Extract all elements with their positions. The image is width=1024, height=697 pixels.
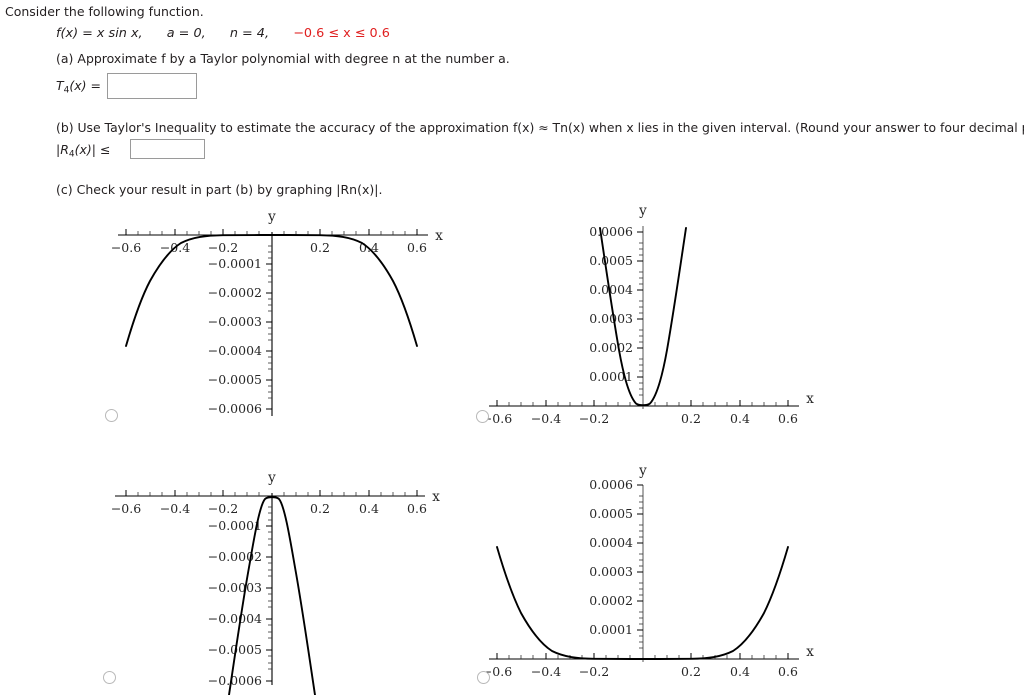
svg-text:−0.0005: −0.0005	[208, 372, 262, 387]
graph-2-y-axis-name: y	[638, 203, 647, 219]
graph-choice-4-radio[interactable]	[477, 671, 490, 684]
svg-text:−0.2: −0.2	[208, 501, 238, 516]
svg-text:−0.4: −0.4	[160, 501, 190, 516]
graph-2-yticks	[637, 231, 643, 396]
graph-3-svg: −0.6 −0.4 −0.2 0.2 0.4 0.6 −0.0001 −0.00…	[111, 470, 440, 695]
graph-choice-2-radio[interactable]	[476, 410, 489, 423]
svg-text:0.0002: 0.0002	[589, 593, 633, 608]
graph-4-svg: −0.6 −0.4 −0.2 0.2 0.4 0.6 0.0001 0.0002…	[482, 463, 814, 679]
t4-input[interactable]	[107, 73, 197, 99]
function-definition: f(x) = x sin x, a = 0, n = 4, −0.6 ≤ x ≤…	[56, 26, 390, 42]
intro-text: Consider the following function.	[5, 4, 204, 19]
svg-text:0.0003: 0.0003	[589, 311, 633, 326]
svg-text:−0.6: −0.6	[111, 501, 141, 516]
svg-text:0.4: 0.4	[359, 501, 379, 516]
svg-text:0.2: 0.2	[310, 240, 330, 255]
r4-label: |R4(x)| ≤	[56, 142, 111, 160]
graph-1-yticklabels: −0.0001 −0.0002 −0.0003 −0.0004 −0.0005 …	[208, 256, 262, 416]
svg-text:−0.0003: −0.0003	[208, 314, 262, 329]
t4-label: T4(x) =	[56, 78, 101, 96]
r4-input[interactable]	[130, 139, 205, 159]
graph-choice-1[interactable]: −0.6 −0.4 −0.2 0.2 0.4 0.6 −0.0001 −0.00…	[96, 198, 446, 428]
graph-1-y-axis-name: y	[267, 209, 276, 225]
svg-text:−0.0004: −0.0004	[208, 611, 262, 626]
svg-text:−0.0006: −0.0006	[208, 673, 262, 688]
graph-choice-3[interactable]: −0.6 −0.4 −0.2 0.2 0.4 0.6 −0.0001 −0.00…	[93, 463, 443, 695]
part-b-text: (b) Use Taylor's Inequality to estimate …	[56, 120, 1024, 135]
graph-4-xticklabels: −0.6 −0.4 −0.2 0.2 0.4 0.6	[482, 664, 798, 679]
graph-4-y-axis-name: y	[638, 463, 647, 479]
graph-2-xticklabels: −0.6 −0.4 −0.2 0.2 0.4 0.6	[482, 411, 798, 426]
svg-text:0.0005: 0.0005	[589, 253, 633, 268]
svg-text:0.2: 0.2	[681, 411, 701, 426]
graph-choice-2[interactable]: −0.6 −0.4 −0.2 0.2 0.4 0.6 0.0001 0.0002…	[467, 198, 817, 428]
svg-text:0.6: 0.6	[778, 411, 798, 426]
svg-text:−0.0004: −0.0004	[208, 343, 262, 358]
graph-1-svg: −0.6 −0.4 −0.2 0.2 0.4 0.6 −0.0001 −0.00…	[111, 209, 443, 416]
graph-1-xticklabels: −0.6 −0.4 −0.2 0.2 0.4 0.6	[111, 240, 427, 255]
svg-text:0.0005: 0.0005	[589, 506, 633, 521]
svg-text:0.6: 0.6	[407, 501, 427, 516]
function-center-a: a = 0,	[166, 26, 206, 41]
part-a-text: (a) Approximate f by a Taylor polynomial…	[56, 51, 510, 66]
graph-3-y-axis-name: y	[267, 470, 276, 486]
svg-text:0.6: 0.6	[778, 664, 798, 679]
svg-text:−0.4: −0.4	[531, 664, 561, 679]
graph-3-xticklabels: −0.6 −0.4 −0.2 0.2 0.4 0.6	[111, 501, 427, 516]
svg-text:−0.0002: −0.0002	[208, 549, 262, 564]
graph-2-x-axis-name: x	[806, 391, 814, 407]
graph-choice-3-radio[interactable]	[103, 671, 116, 684]
svg-text:0.4: 0.4	[730, 664, 750, 679]
graph-1-x-axis-name: x	[435, 228, 443, 244]
svg-text:0.0003: 0.0003	[589, 564, 633, 579]
svg-text:0.0001: 0.0001	[589, 622, 633, 637]
svg-text:−0.4: −0.4	[531, 411, 561, 426]
svg-text:−0.0003: −0.0003	[208, 580, 262, 595]
graph-choice-1-radio[interactable]	[105, 409, 118, 422]
svg-text:−0.0002: −0.0002	[208, 285, 262, 300]
part-c-text: (c) Check your result in part (b) by gra…	[56, 182, 383, 197]
graph-4-yticklabels: 0.0001 0.0002 0.0003 0.0004 0.0005 0.000…	[589, 477, 633, 637]
svg-text:0.4: 0.4	[730, 411, 750, 426]
graph-4-x-axis-name: x	[806, 644, 814, 660]
svg-text:−0.0006: −0.0006	[208, 401, 262, 416]
svg-text:−0.2: −0.2	[579, 411, 609, 426]
svg-text:0.6: 0.6	[407, 240, 427, 255]
function-interval: −0.6 ≤ x ≤ 0.6	[293, 26, 390, 41]
graph-3-yticks	[266, 506, 272, 682]
svg-text:0.0006: 0.0006	[589, 224, 633, 239]
svg-text:−0.0001: −0.0001	[208, 518, 262, 533]
svg-text:−0.2: −0.2	[579, 664, 609, 679]
svg-text:−0.2: −0.2	[208, 240, 238, 255]
svg-text:−0.6: −0.6	[111, 240, 141, 255]
svg-text:0.2: 0.2	[681, 664, 701, 679]
svg-text:0.0002: 0.0002	[589, 340, 633, 355]
graph-2-svg: −0.6 −0.4 −0.2 0.2 0.4 0.6 0.0001 0.0002…	[482, 203, 814, 426]
graph-4-yticks	[637, 484, 643, 649]
graph-1-yticks	[266, 245, 272, 410]
svg-text:0.2: 0.2	[310, 501, 330, 516]
svg-text:−0.0001: −0.0001	[208, 256, 262, 271]
function-expression: f(x) = x sin x,	[56, 26, 143, 41]
svg-text:0.0004: 0.0004	[589, 282, 633, 297]
svg-text:0.0004: 0.0004	[589, 535, 633, 550]
svg-text:0.0006: 0.0006	[589, 477, 633, 492]
graph-3-x-axis-name: x	[432, 489, 440, 505]
graph-choice-4[interactable]: −0.6 −0.4 −0.2 0.2 0.4 0.6 0.0001 0.0002…	[467, 463, 817, 695]
function-degree-n: n = 4,	[229, 26, 270, 41]
